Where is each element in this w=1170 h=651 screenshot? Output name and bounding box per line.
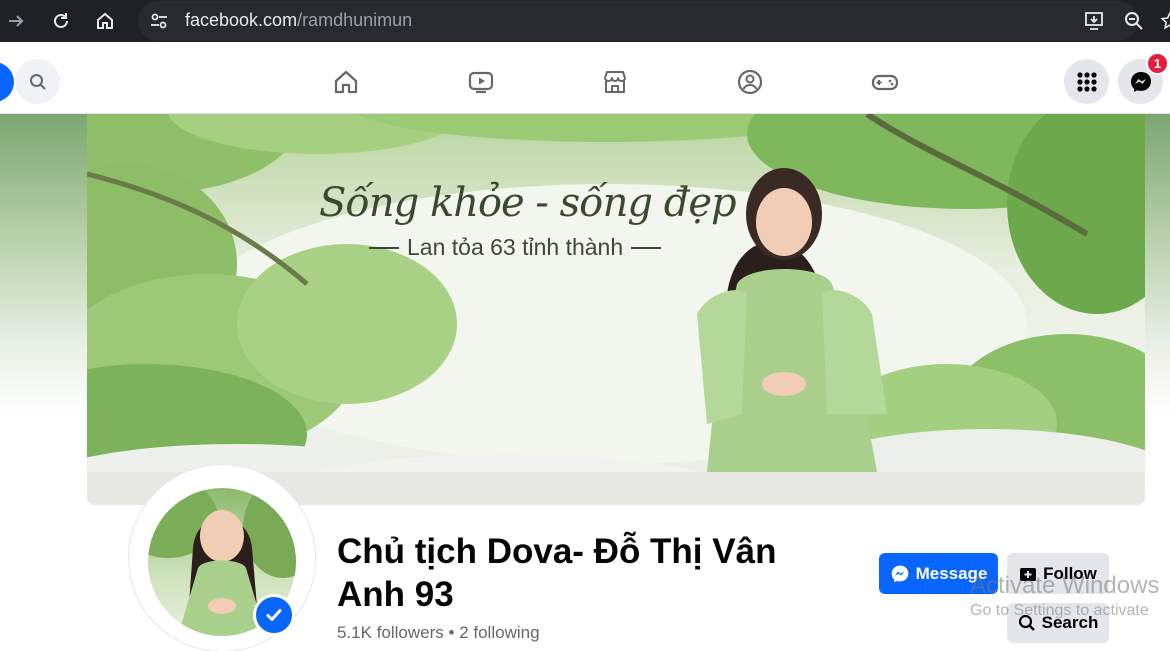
url-domain: facebook.com [185, 10, 298, 30]
subtitle-dash-left [369, 246, 399, 249]
menu-button[interactable] [1064, 59, 1109, 104]
zoom-icon[interactable] [1120, 7, 1148, 35]
home-browser-icon[interactable] [91, 7, 119, 35]
watermark-line1: Activate Windows [970, 572, 1160, 599]
marketplace-icon [604, 71, 626, 93]
tab-groups[interactable] [730, 62, 770, 102]
reload-icon[interactable] [47, 7, 75, 35]
browser-toolbar: facebook.com/ramdhunimun [0, 0, 1170, 42]
site-info-icon[interactable] [140, 2, 178, 40]
profile-name: Chủ tịch Dova- Đỗ Thị Vân Anh 93 [337, 532, 777, 614]
verified-badge [253, 594, 295, 636]
followers-count[interactable]: 5.1K followers [337, 623, 444, 642]
gaming-icon [871, 74, 899, 91]
home-icon [334, 70, 358, 94]
bookmark-star-icon[interactable] [1156, 7, 1170, 35]
cover-title: Sống khỏe - sống đẹp [319, 180, 737, 226]
grid-menu-icon [1076, 71, 1097, 92]
install-app-icon[interactable] [1080, 7, 1108, 35]
follow-stats: 5.1K followers • 2 following [337, 623, 540, 643]
checkmark-icon [266, 609, 282, 621]
video-icon [468, 71, 494, 94]
cover-subtitle: Lan tỏa 63 tỉnh thành [369, 234, 662, 261]
tab-marketplace[interactable] [595, 62, 635, 102]
forward-icon[interactable] [2, 7, 30, 35]
search-button[interactable] [15, 59, 60, 104]
cover-photo[interactable]: Sống khỏe - sống đẹp Lan tỏa 63 tỉnh thà… [87, 114, 1145, 505]
windows-activation-watermark: Activate Windows Go to Settings to activ… [970, 572, 1159, 620]
messenger-icon [1130, 71, 1151, 92]
messenger-badge: 1 [1146, 52, 1169, 75]
cover-scenery [87, 114, 1145, 505]
tab-home[interactable] [326, 62, 366, 102]
tab-video[interactable] [461, 62, 501, 102]
watermark-line2: Go to Settings to activate [970, 602, 1149, 619]
url-text[interactable]: facebook.com/ramdhunimun [185, 10, 412, 31]
groups-icon [737, 69, 763, 95]
following-count[interactable]: 2 following [459, 623, 539, 642]
url-path: /ramdhunimun [297, 10, 413, 30]
search-icon [29, 73, 46, 90]
messenger-icon [891, 565, 908, 582]
tab-gaming[interactable] [865, 62, 905, 102]
stats-separator: • [448, 623, 455, 642]
facebook-logo-icon[interactable] [0, 62, 14, 102]
subtitle-dash-right [631, 246, 662, 249]
facebook-navbar [0, 50, 1170, 114]
cover-subtitle-text: Lan tỏa 63 tỉnh thành [407, 234, 624, 260]
